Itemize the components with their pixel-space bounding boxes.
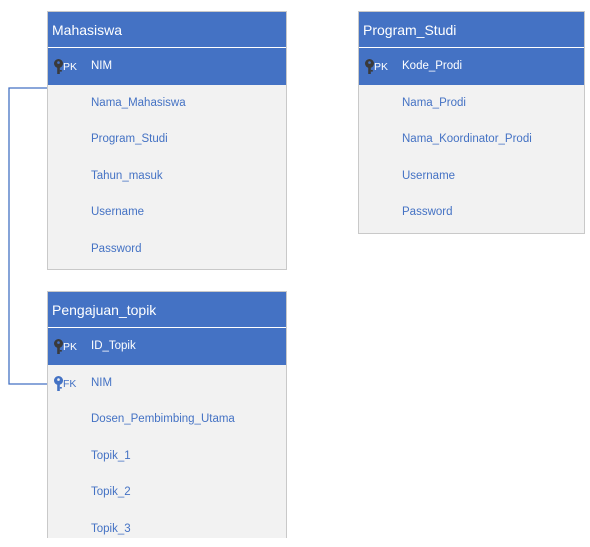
field-name: ID_Topik [91, 328, 136, 365]
field-row[interactable]: Program_Studi [48, 121, 286, 158]
field-name: Username [402, 158, 455, 195]
field-name: Dosen_Pembimbing_Utama [91, 401, 235, 438]
fk-badge: FK [53, 376, 76, 392]
field-name: Program_Studi [91, 121, 168, 158]
pk-badge: PK [53, 339, 77, 355]
table-mahasiswa[interactable]: Mahasiswa PK NIM Nama_Mahasiswa Program_… [47, 11, 287, 270]
field-name: Username [91, 194, 144, 231]
field-row[interactable]: PK Kode_Prodi [359, 48, 584, 85]
field-row[interactable]: Password [359, 194, 584, 231]
key-label: PK [63, 59, 77, 75]
field-name: Nama_Mahasiswa [91, 85, 186, 122]
field-name: Password [91, 231, 142, 268]
field-row[interactable]: Topik_1 [48, 438, 286, 475]
field-name: NIM [91, 365, 112, 402]
field-name: Nama_Koordinator_Prodi [402, 121, 532, 158]
field-row[interactable]: Nama_Mahasiswa [48, 85, 286, 122]
field-row[interactable]: Tahun_masuk [48, 158, 286, 195]
field-row[interactable]: PK NIM [48, 48, 286, 85]
field-row[interactable]: Topik_3 [48, 511, 286, 547]
table-title: Mahasiswa [48, 12, 286, 48]
field-row[interactable]: Username [48, 194, 286, 231]
field-name: Password [402, 194, 453, 231]
field-row[interactable]: FK NIM [48, 365, 286, 402]
field-row[interactable]: Dosen_Pembimbing_Utama [48, 401, 286, 438]
table-title: Program_Studi [359, 12, 584, 48]
key-label: PK [63, 339, 77, 355]
field-name: NIM [91, 48, 112, 85]
field-name: Tahun_masuk [91, 158, 163, 195]
field-name: Topik_2 [91, 474, 131, 511]
table-program-studi[interactable]: Program_Studi PK Kode_Prodi Nama_Prodi N… [358, 11, 585, 234]
key-label: FK [63, 376, 76, 392]
field-name: Topik_1 [91, 438, 131, 475]
field-name: Nama_Prodi [402, 85, 466, 122]
field-row[interactable]: Nama_Prodi [359, 85, 584, 122]
connector-line [9, 88, 48, 384]
field-row[interactable]: PK ID_Topik [48, 328, 286, 365]
pk-badge: PK [364, 59, 388, 75]
field-row[interactable]: Topik_2 [48, 474, 286, 511]
field-row[interactable]: Username [359, 158, 584, 195]
table-pengajuan-topik[interactable]: Pengajuan_topik PK ID_Topik FK NIM Dosen… [47, 291, 287, 538]
pk-badge: PK [53, 59, 77, 75]
field-row[interactable]: Password [48, 231, 286, 268]
table-title: Pengajuan_topik [48, 292, 286, 328]
field-row[interactable]: Nama_Koordinator_Prodi [359, 121, 584, 158]
key-label: PK [374, 59, 388, 75]
field-name: Topik_3 [91, 511, 131, 547]
field-name: Kode_Prodi [402, 48, 462, 85]
